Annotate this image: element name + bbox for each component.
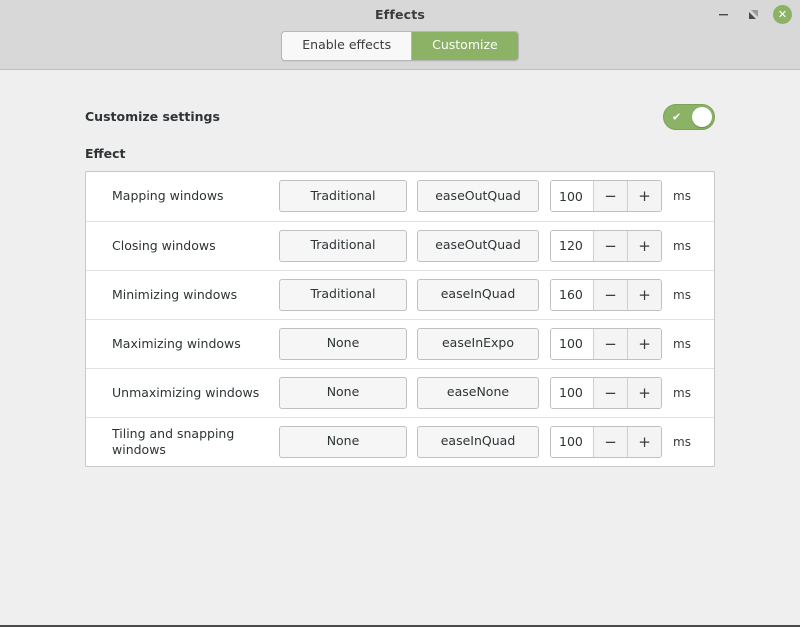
effect-mode-dropdown[interactable]: None [279, 377, 407, 409]
duration-unit-label: ms [673, 288, 691, 302]
effect-section-label: Effect [85, 146, 715, 161]
table-row: Unmaximizing windows None easeNone 100 −… [86, 368, 714, 417]
duration-unit-label: ms [673, 337, 691, 351]
duration-spinner: 120 − + [550, 230, 662, 262]
table-row: Minimizing windows Traditional easeInQua… [86, 270, 714, 319]
tab-group: Enable effects Customize [281, 31, 518, 61]
check-icon: ✔ [672, 111, 681, 122]
duration-input[interactable]: 100 [551, 329, 593, 359]
duration-input[interactable]: 100 [551, 427, 593, 457]
duration-decrement-button[interactable]: − [593, 280, 627, 310]
duration-unit-label: ms [673, 239, 691, 253]
duration-increment-button[interactable]: + [627, 280, 661, 310]
effect-name: Maximizing windows [112, 336, 279, 352]
duration-increment-button[interactable]: + [627, 231, 661, 261]
effect-list: Mapping windows Traditional easeOutQuad … [85, 171, 715, 467]
minimize-icon[interactable] [713, 4, 733, 24]
duration-increment-button[interactable]: + [627, 427, 661, 457]
table-row: Maximizing windows None easeInExpo 100 −… [86, 319, 714, 368]
effect-easing-dropdown[interactable]: easeOutQuad [417, 180, 539, 212]
table-row: Tiling and snapping windows None easeInQ… [86, 417, 714, 466]
duration-decrement-button[interactable]: − [593, 181, 627, 211]
toggle-knob [692, 107, 712, 127]
duration-increment-button[interactable]: + [627, 378, 661, 408]
effect-mode-dropdown[interactable]: None [279, 328, 407, 360]
duration-unit-label: ms [673, 386, 691, 400]
content-area: Customize settings ✔ Effect Mapping wind… [0, 70, 800, 626]
effect-mode-dropdown[interactable]: Traditional [279, 230, 407, 262]
tab-customize[interactable]: Customize [411, 32, 518, 60]
effect-name: Unmaximizing windows [112, 385, 279, 401]
effect-mode-dropdown[interactable]: None [279, 426, 407, 458]
effect-name: Minimizing windows [112, 287, 279, 303]
titlebar: Effects ✕ [0, 0, 800, 28]
duration-input[interactable]: 100 [551, 378, 593, 408]
effect-mode-dropdown[interactable]: Traditional [279, 279, 407, 311]
effect-name: Mapping windows [112, 188, 279, 204]
customize-settings-toggle[interactable]: ✔ [663, 104, 715, 130]
effect-easing-dropdown[interactable]: easeInQuad [417, 426, 539, 458]
duration-decrement-button[interactable]: − [593, 378, 627, 408]
duration-decrement-button[interactable]: − [593, 427, 627, 457]
effect-easing-dropdown[interactable]: easeNone [417, 377, 539, 409]
effect-easing-dropdown[interactable]: easeOutQuad [417, 230, 539, 262]
window-controls: ✕ [713, 0, 792, 28]
duration-input[interactable]: 120 [551, 231, 593, 261]
duration-input[interactable]: 100 [551, 181, 593, 211]
effect-name: Tiling and snapping windows [112, 426, 279, 457]
table-row: Closing windows Traditional easeOutQuad … [86, 221, 714, 270]
duration-spinner: 100 − + [550, 328, 662, 360]
duration-unit-label: ms [673, 189, 691, 203]
duration-spinner: 100 − + [550, 377, 662, 409]
table-row: Mapping windows Traditional easeOutQuad … [86, 172, 714, 221]
maximize-icon[interactable] [743, 4, 763, 24]
close-icon[interactable]: ✕ [773, 5, 792, 24]
customize-settings-row: Customize settings ✔ [85, 88, 715, 146]
effects-window: Effects ✕ Enable effects [0, 0, 800, 627]
effect-mode-dropdown[interactable]: Traditional [279, 180, 407, 212]
duration-unit-label: ms [673, 435, 691, 449]
duration-spinner: 160 − + [550, 279, 662, 311]
window-header: Effects ✕ Enable effects [0, 0, 800, 70]
customize-settings-label: Customize settings [85, 109, 220, 124]
duration-input[interactable]: 160 [551, 280, 593, 310]
tab-enable-effects[interactable]: Enable effects [282, 32, 411, 60]
window-title: Effects [375, 7, 425, 22]
effect-easing-dropdown[interactable]: easeInExpo [417, 328, 539, 360]
duration-increment-button[interactable]: + [627, 329, 661, 359]
duration-decrement-button[interactable]: − [593, 329, 627, 359]
duration-spinner: 100 − + [550, 180, 662, 212]
tab-bar: Enable effects Customize [0, 31, 800, 61]
effect-easing-dropdown[interactable]: easeInQuad [417, 279, 539, 311]
duration-spinner: 100 − + [550, 426, 662, 458]
duration-increment-button[interactable]: + [627, 181, 661, 211]
effect-name: Closing windows [112, 238, 279, 254]
duration-decrement-button[interactable]: − [593, 231, 627, 261]
